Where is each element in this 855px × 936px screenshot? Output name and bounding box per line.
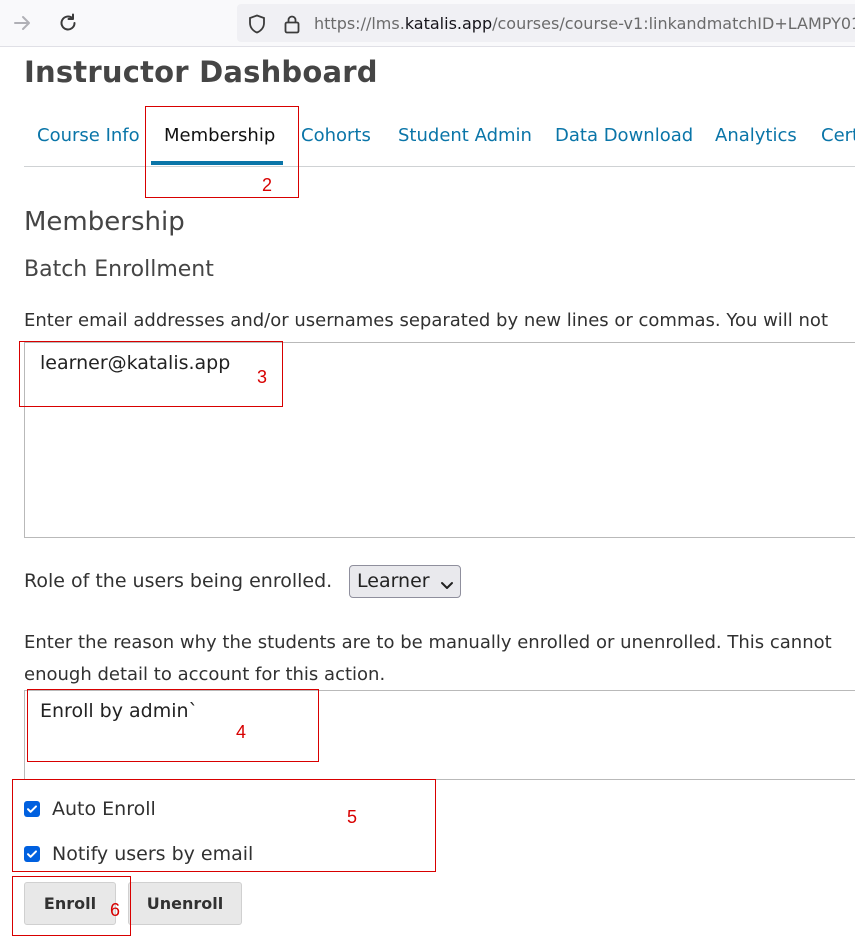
annotation-number-4: 4 bbox=[236, 722, 247, 742]
tab-data-download[interactable]: Data Download bbox=[555, 125, 693, 146]
reload-icon[interactable] bbox=[54, 9, 82, 37]
annotation-box-3 bbox=[19, 341, 283, 407]
page-title: Instructor Dashboard bbox=[24, 55, 378, 89]
reason-help-line-1: Enter the reason why the students are to… bbox=[24, 632, 832, 653]
tab-cohorts[interactable]: Cohorts bbox=[301, 125, 371, 146]
tab-student-admin[interactable]: Student Admin bbox=[398, 125, 532, 146]
annotation-box-2 bbox=[145, 106, 299, 198]
forward-icon[interactable] bbox=[9, 9, 37, 37]
annotation-number-5: 5 bbox=[347, 807, 358, 827]
annotation-box-5 bbox=[12, 779, 436, 872]
reason-help-text: Enter the reason why the students are to… bbox=[24, 627, 832, 691]
url-host: katalis.app bbox=[404, 14, 493, 33]
annotation-number-6: 6 bbox=[110, 900, 121, 920]
annotation-box-4 bbox=[27, 689, 319, 762]
url-prefix: https://lms. bbox=[314, 14, 405, 33]
reason-help-line-2: enough detail to account for this action… bbox=[24, 664, 386, 685]
url-bar[interactable]: https://lms.katalis.app/courses/course-v… bbox=[237, 4, 855, 42]
identifiers-help-text: Enter email addresses and/or usernames s… bbox=[24, 310, 829, 331]
tab-analytics[interactable]: Analytics bbox=[715, 125, 797, 146]
lock-icon[interactable] bbox=[283, 14, 301, 38]
chevron-down-icon bbox=[440, 575, 454, 597]
annotation-number-2: 2 bbox=[262, 175, 273, 195]
url-path: /courses/course-v1:linkandmatchID+LAMPY0… bbox=[492, 14, 855, 33]
section-title: Membership bbox=[24, 207, 185, 237]
role-selected-value: Learner bbox=[357, 570, 430, 592]
url-text[interactable]: https://lms.katalis.app/courses/course-v… bbox=[314, 14, 855, 33]
annotation-number-3: 3 bbox=[257, 367, 268, 387]
role-label: Role of the users being enrolled. bbox=[24, 570, 333, 592]
browser-toolbar: https://lms.katalis.app/courses/course-v… bbox=[0, 0, 855, 47]
role-select[interactable]: Learner bbox=[349, 565, 461, 598]
batch-enrollment-title: Batch Enrollment bbox=[24, 257, 214, 282]
tab-certificates[interactable]: Cert bbox=[821, 125, 855, 146]
tab-course-info[interactable]: Course Info bbox=[37, 125, 140, 146]
unenroll-button[interactable]: Unenroll bbox=[128, 882, 242, 925]
shield-icon[interactable] bbox=[248, 14, 266, 38]
